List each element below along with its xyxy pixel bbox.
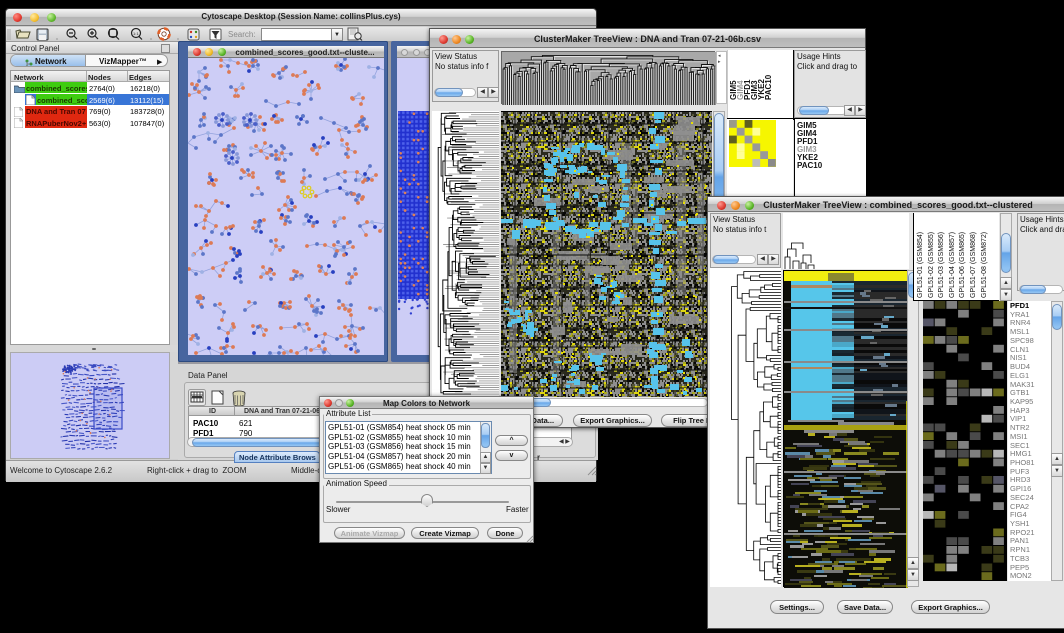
svg-text:1:1: 1:1 — [133, 31, 139, 36]
svg-text:Search:: Search: — [228, 30, 256, 39]
